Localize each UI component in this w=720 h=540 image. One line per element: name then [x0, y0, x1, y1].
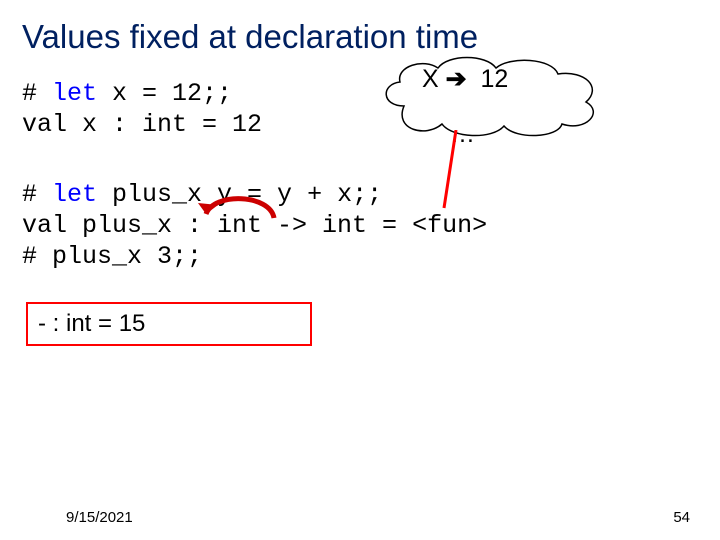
footer-date: 9/15/2021: [66, 509, 133, 526]
footer-page: 54: [673, 509, 690, 526]
cloud-callout: X ➔ 12 …: [376, 56, 606, 138]
cloud-ellipsis: …: [422, 121, 508, 149]
cloud-text: X ➔ 12 …: [422, 66, 508, 149]
code-block-2: # let plus_x y = y + x;; val plus_x : in…: [22, 179, 698, 273]
code-text: x = 12;;: [97, 79, 232, 108]
prompt: #: [22, 180, 52, 209]
code-text: plus_x y = y + x;;: [97, 180, 382, 209]
cloud-x: X: [422, 65, 446, 93]
cloud-val: 12: [467, 65, 509, 93]
keyword-let: let: [52, 180, 97, 209]
prompt: #: [22, 79, 52, 108]
footer: 9/15/2021 54: [0, 509, 720, 526]
keyword-let: let: [52, 79, 97, 108]
code-text: # plus_x 3;;: [22, 242, 202, 271]
result-box: - : int = 15: [26, 302, 312, 346]
right-arrow-icon: ➔: [446, 65, 467, 93]
code-text: val x : int = 12: [22, 110, 262, 139]
slide-title: Values fixed at declaration time: [22, 18, 698, 56]
code-text: val plus_x : int -> int = <fun>: [22, 211, 487, 240]
